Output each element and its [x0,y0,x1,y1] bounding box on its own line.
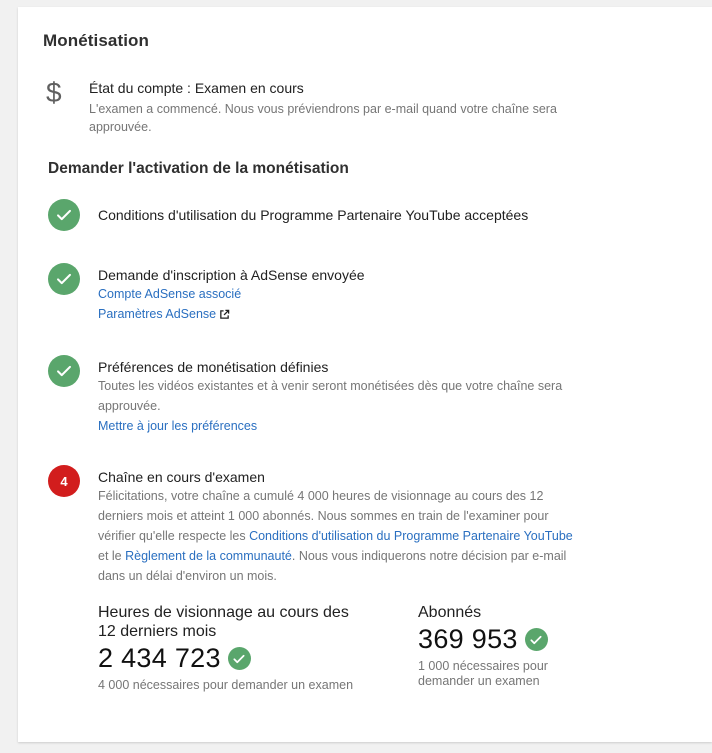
watch-hours-value: 2 434 723 [98,643,221,673]
check-circle-icon [48,355,80,387]
adsense-settings-label: Paramètres AdSense [98,307,217,321]
check-circle-icon [48,199,80,231]
adsense-settings-link[interactable]: Paramètres AdSense [98,304,578,324]
card-title: Monétisation [43,31,150,50]
subscribers-value: 369 953 [418,624,518,654]
step-description: Toutes les vidéos existantes et à venir … [98,379,563,413]
check-circle-icon [524,628,548,651]
desc-text: et le [98,549,126,563]
update-preferences-link[interactable]: Mettre à jour les préférences [98,416,578,436]
external-link-icon [220,309,230,320]
watch-hours-metric: Heures de visionnage au cours des 12 der… [98,603,368,693]
step-title: Demande d'inscription à AdSense envoyée [98,267,365,283]
partner-program-terms-link[interactable]: Conditions d'utilisation du Programme Pa… [249,529,573,543]
step-title: Chaîne en cours d'examen [98,469,265,485]
watch-hours-requirement: 4 000 nécessaires pour demander un exame… [98,678,354,692]
linked-adsense-account-link[interactable]: Compte AdSense associé [98,284,578,304]
monetization-card: Monétisation $ État du compte : Examen e… [18,7,712,742]
step-description: Félicitations, votre chaîne a cumulé 4 0… [98,486,573,586]
step-title: Préférences de monétisation définies [98,359,329,375]
account-status-title: État du compte : Examen en cours [89,80,304,96]
subscribers-requirement: 1 000 nécessaires pour demander un exame… [418,659,548,688]
step-number-badge: 4 [48,465,80,497]
community-guidelines-link[interactable]: Règlement de la communauté [125,549,292,563]
section-title: Demander l'activation de la monétisation [48,160,349,177]
account-status-description: L'examen a commencé. Nous vous préviendr… [89,102,557,134]
dollar-icon: $ [46,77,62,108]
subscribers-label: Abonnés [418,604,482,621]
subscribers-metric: Abonnés 369 953 1 000 nécessaires pour d… [418,603,568,689]
check-circle-icon [227,647,251,670]
step-title: Conditions d'utilisation du Programme Pa… [98,207,529,223]
check-circle-icon [48,263,80,295]
watch-hours-label: Heures de visionnage au cours des 12 der… [98,604,349,640]
